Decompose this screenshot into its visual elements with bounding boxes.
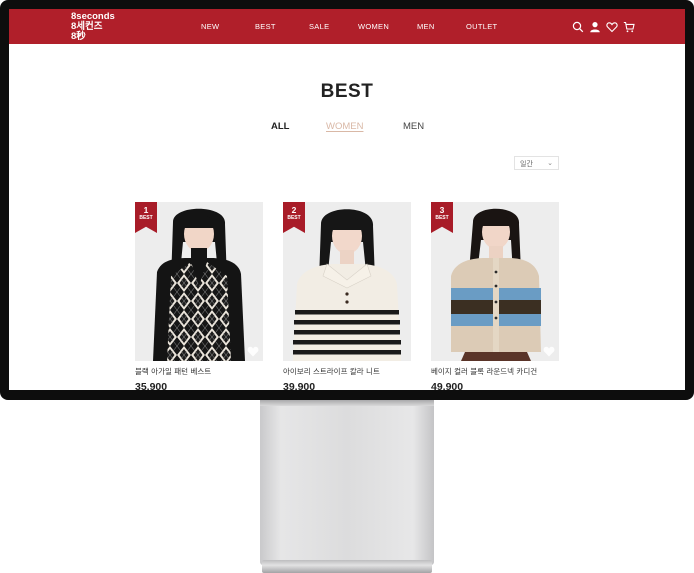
nav-women[interactable]: WOMEN (358, 22, 389, 31)
page-title: BEST (320, 81, 374, 102)
rank-label: BEST (139, 215, 153, 221)
nav-outlet[interactable]: OUTLET (466, 22, 497, 31)
product-card[interactable]: 2 BEST 아이보리 스트라이프 칼라 니트 39,900 (283, 202, 411, 390)
chevron-down-icon: ⌄ (547, 159, 553, 167)
cart-icon[interactable] (623, 21, 635, 33)
rank-label: BEST (435, 215, 449, 221)
tab-all[interactable]: ALL (271, 121, 289, 132)
product-price: 49,900 (431, 381, 464, 390)
product-image[interactable]: 2 BEST (283, 202, 411, 361)
nav-best[interactable]: BEST (255, 22, 276, 31)
wishlist-heart-icon[interactable] (247, 346, 259, 357)
product-name[interactable]: 블랙 아가일 패턴 베스트 (135, 366, 263, 377)
screen: 8seconds 8세컨즈 8秒 NEW BEST SALE WOMEN MEN… (9, 9, 685, 390)
tab-women[interactable]: WOMEN (326, 121, 363, 132)
rank-label: BEST (287, 215, 301, 221)
wishlist-heart-icon[interactable] (543, 346, 555, 357)
product-price: 39,900 (283, 381, 316, 390)
rank-number: 2 (291, 205, 297, 215)
nav-new[interactable]: NEW (201, 22, 219, 31)
site-header: 8seconds 8세컨즈 8秒 NEW BEST SALE WOMEN MEN… (9, 9, 685, 44)
rank-number: 3 (439, 205, 445, 215)
user-icon[interactable] (589, 21, 601, 33)
logo-line-cn: 8秒 (71, 31, 86, 42)
heart-icon[interactable] (606, 21, 618, 33)
rank-number: 1 (143, 205, 149, 215)
product-image[interactable]: 3 BEST (431, 202, 559, 361)
product-card[interactable]: 1 BEST 블랙 아가일 패턴 베스트 35,900 (135, 202, 263, 390)
product-image[interactable]: 1 BEST (135, 202, 263, 361)
product-price: 35,900 (135, 381, 168, 390)
monitor-mockup: 8seconds 8세컨즈 8秒 NEW BEST SALE WOMEN MEN… (0, 0, 694, 573)
monitor-stand (260, 400, 434, 565)
monitor-stand-base (262, 560, 432, 573)
logo[interactable]: 8seconds 8세컨즈 8秒 (71, 12, 115, 42)
nav-sale[interactable]: SALE (309, 22, 329, 31)
product-name[interactable]: 아이보리 스트라이프 칼라 니트 (283, 366, 411, 377)
tab-men[interactable]: MEN (403, 121, 424, 132)
period-select-value: 일간 (520, 160, 533, 168)
period-select[interactable]: 일간 ⌄ (514, 156, 559, 170)
product-card[interactable]: 3 BEST 베이지 컬러 블록 라운드넥 카디건 49,900 (431, 202, 559, 390)
search-icon[interactable] (572, 21, 584, 33)
product-name[interactable]: 베이지 컬러 블록 라운드넥 카디건 (431, 366, 559, 377)
nav-men[interactable]: MEN (417, 22, 435, 31)
monitor-bezel: 8seconds 8세컨즈 8秒 NEW BEST SALE WOMEN MEN… (0, 0, 694, 400)
